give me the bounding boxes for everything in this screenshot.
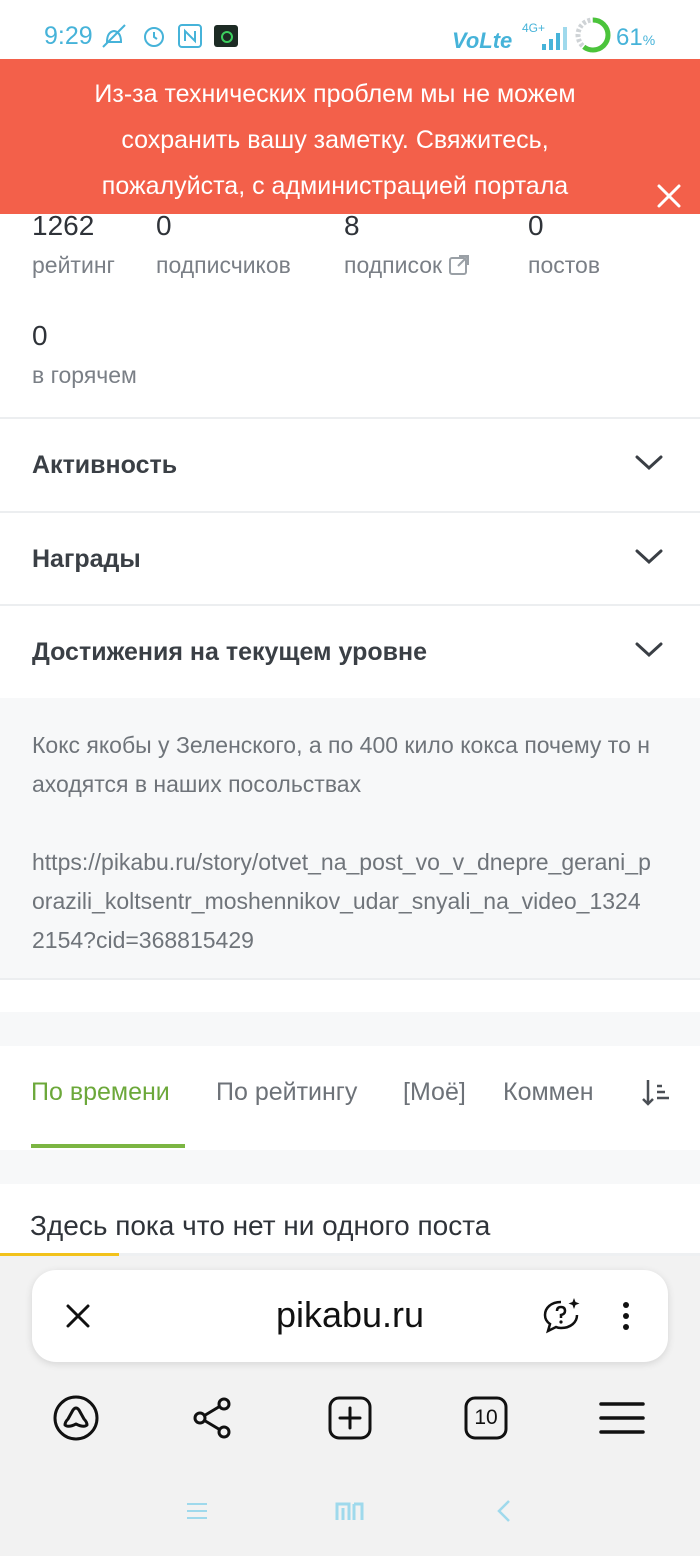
error-message: Из-за технических проблем мы не можем со… [94,80,576,200]
alice-icon[interactable] [52,1394,100,1442]
tab-mine[interactable]: [Моё] [403,1078,466,1107]
nfc-icon [178,24,202,48]
terminal-app-icon [214,25,238,47]
stat-hot: 0 в горячем [32,320,137,389]
stat-label-wrap: подписок [344,252,470,279]
more-vertical-icon[interactable] [608,1298,644,1334]
stat-value: 0 [528,210,544,241]
alarm-icon [144,27,164,47]
note-link[interactable]: https://pikabu.ru/story/otvet_na_post_vo… [32,843,652,960]
stat-posts: 0 постов [528,210,600,279]
chevron-down-icon [635,549,663,565]
stat-rating: 1262 рейтинг [32,210,115,279]
spacer [0,1012,700,1046]
share-icon[interactable] [188,1394,236,1442]
chevron-down-icon [635,455,663,471]
active-tab-indicator [31,1144,185,1148]
tab-comments[interactable]: Коммен [503,1078,609,1107]
sort-icon[interactable] [640,1076,672,1108]
stat-subscribers: 0 подписчиков [156,210,291,279]
stat-label: подписчиков [156,252,291,278]
section-title: Активность [32,451,178,479]
nav-home-icon[interactable] [334,1498,366,1524]
spacer [0,1150,700,1184]
volte-icon: VoLte 4G+ [452,21,567,53]
menu-icon[interactable] [598,1394,646,1442]
profile-stats: 1262 рейтинг 0 подписчиков 8 подписок 0 … [0,210,700,418]
section-activity[interactable]: Активность [0,419,700,511]
spacer [0,980,700,1012]
stat-value: 8 [344,210,360,241]
section-title: Достижения на текущем уровне [32,638,427,666]
section-title: Награды [32,545,141,573]
chevron-down-icon [635,642,663,658]
battery-ring-icon [575,17,611,53]
stat-value: 1262 [32,210,95,241]
tabs-icon[interactable]: 10 [462,1394,510,1442]
stat-label: подписок [344,252,443,278]
section-achievements[interactable]: Достижения на текущем уровне [0,606,700,698]
stat-subscriptions[interactable]: 8 подписок [344,210,470,279]
close-icon[interactable] [652,179,686,213]
external-link-icon[interactable] [448,254,470,276]
stat-value: 0 [32,320,48,351]
new-tab-icon[interactable] [326,1394,374,1442]
tab-count: 10 [474,1406,498,1429]
svg-text:VoLte: VoLte [452,28,512,53]
profile-note: Кокс якобы у Зеленского, а по 400 кило к… [0,698,700,978]
sort-tabs: По времени По рейтингу [Моё] Коммен [0,1046,700,1150]
tab-by-rating[interactable]: По рейтингу [216,1078,357,1107]
stat-label: рейтинг [32,252,115,278]
status-bar: 9:29 VoLte 4G+ 61% [0,0,700,60]
stat-value: 0 [156,210,172,241]
error-banner: Из-за технических проблем мы не можем со… [0,59,700,214]
address-bar[interactable]: pikabu.ru [32,1270,668,1362]
section-awards[interactable]: Награды [0,513,700,605]
tab-by-time[interactable]: По времени [31,1078,170,1107]
status-time: 9:29 [44,22,93,50]
browser-chrome: pikabu.ru 10 [0,1256,700,1556]
svg-text:4G+: 4G+ [522,21,545,35]
note-line: Кокс якобы у Зеленского, а по 400 кило к… [32,732,650,797]
do-not-disturb-icon [102,24,126,48]
stat-label: постов [528,252,601,278]
note-text: Кокс якобы у Зеленского, а по 400 кило к… [32,726,652,960]
empty-posts-message: Здесь пока что нет ни одного поста [30,1210,491,1241]
ai-chat-icon[interactable] [540,1294,582,1336]
nav-back-icon[interactable] [492,1498,518,1524]
battery-percentage: 61% [616,24,656,51]
nav-menu-icon[interactable] [184,1498,210,1524]
stat-label: в горячем [32,362,137,388]
